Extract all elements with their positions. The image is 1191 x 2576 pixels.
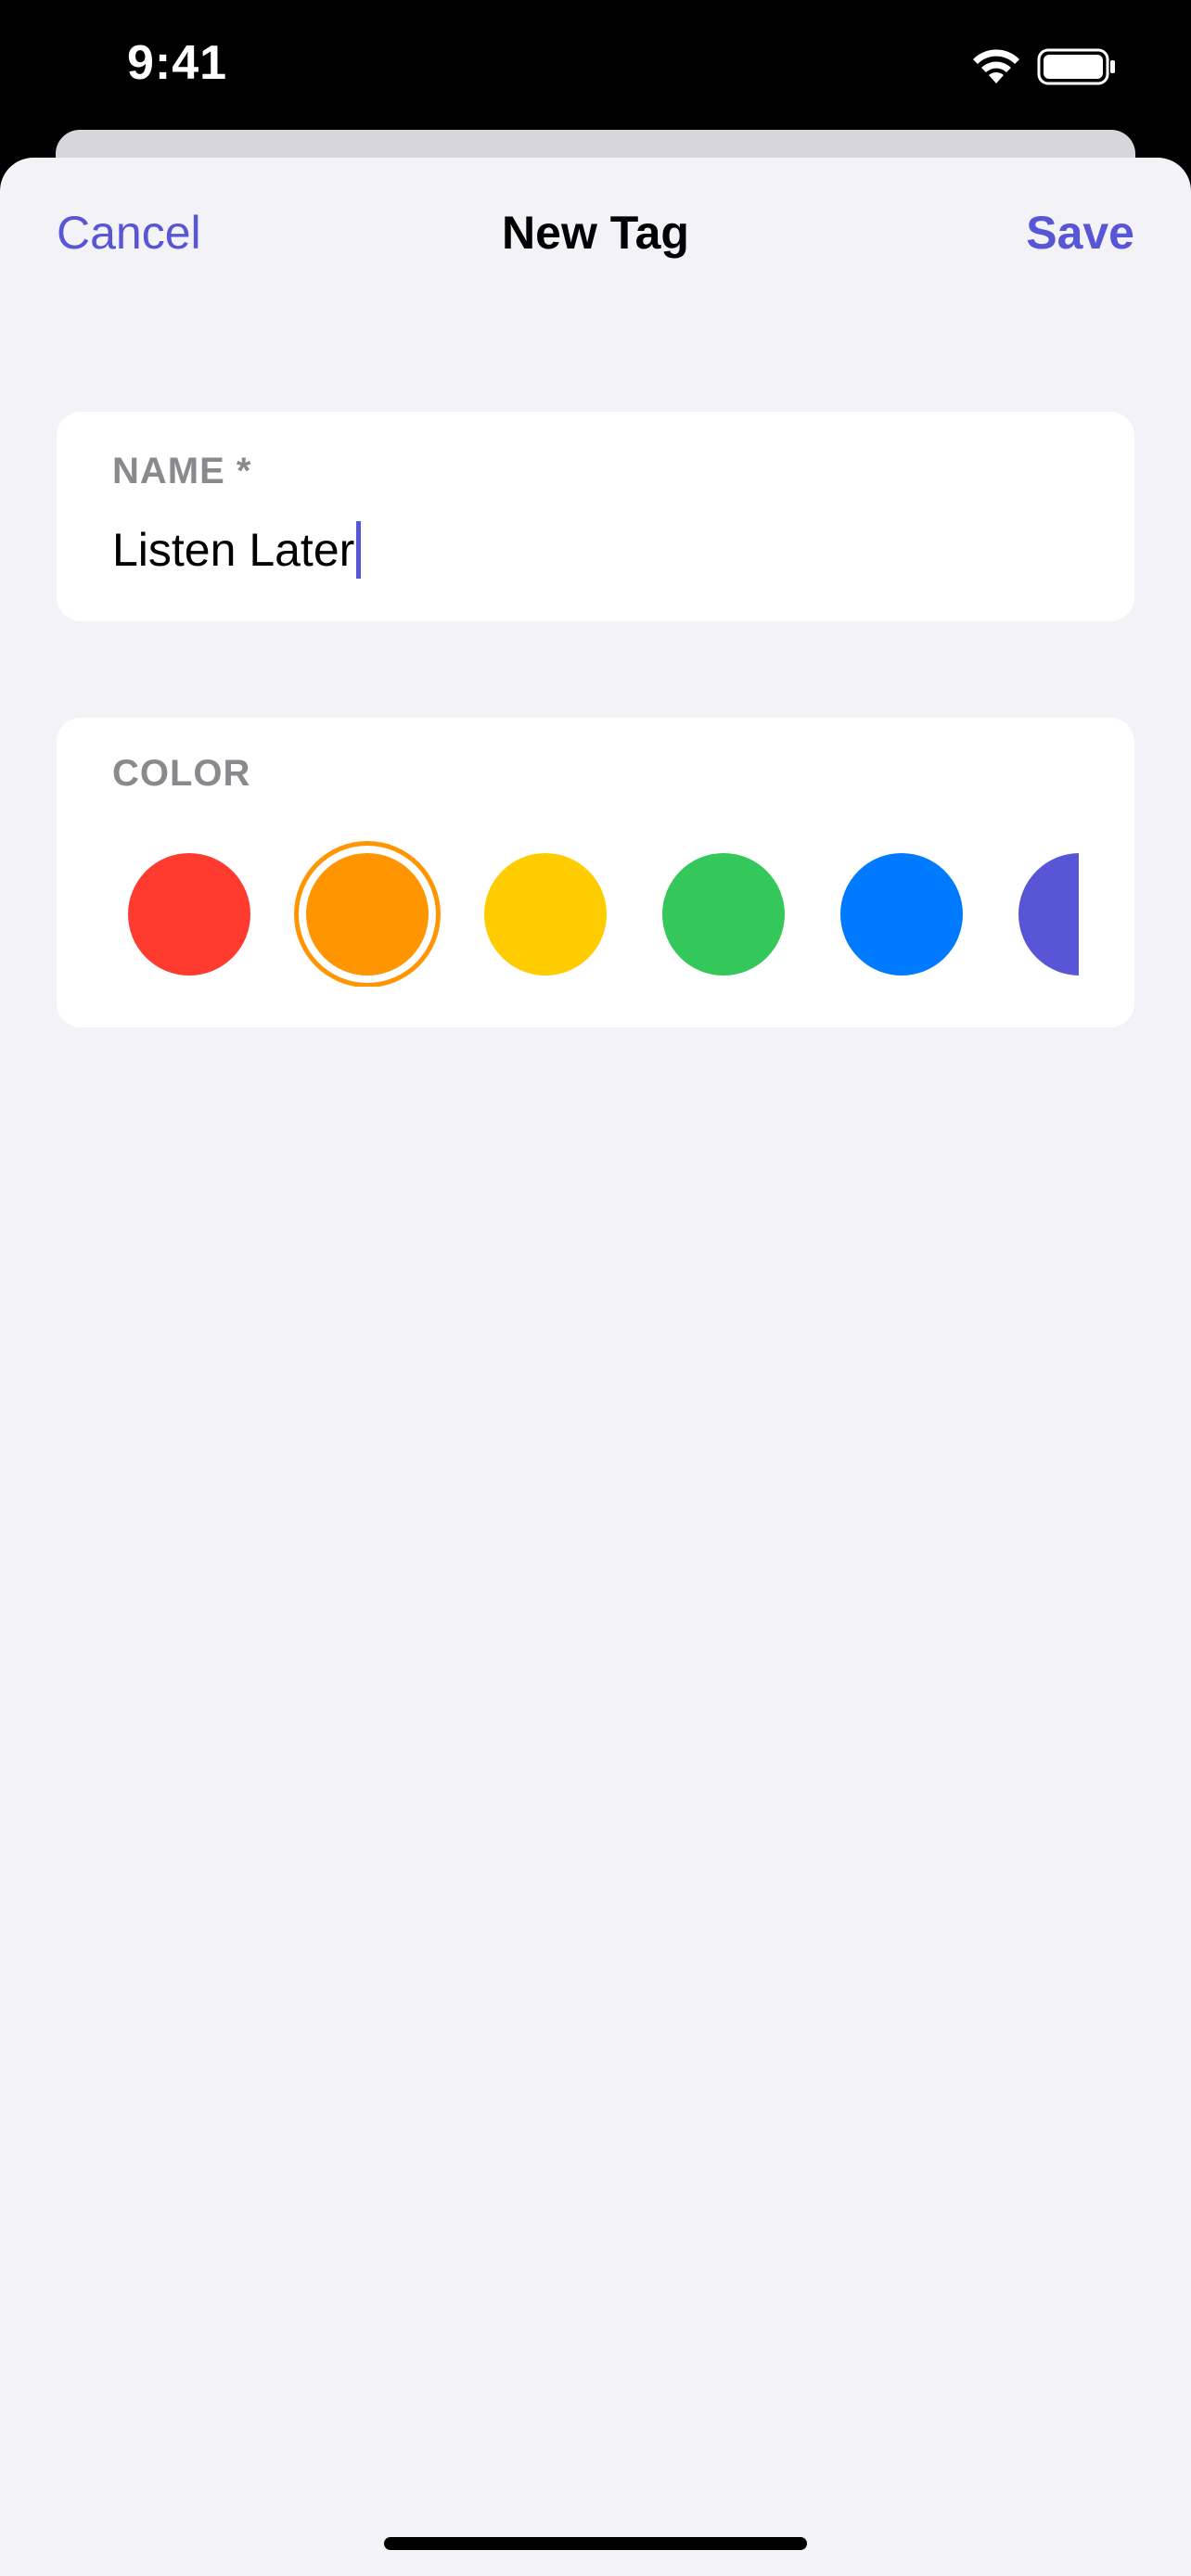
name-field[interactable]: Listen Later [112,521,362,579]
color-swatch-yellow[interactable] [484,853,607,976]
color-swatch-orange[interactable] [306,853,429,976]
color-swatch-indigo[interactable] [1018,853,1079,976]
color-swatch-blue[interactable] [840,853,963,976]
name-label: NAME * [112,451,252,491]
save-button[interactable]: Save [1026,206,1134,260]
battery-icon [1037,48,1115,85]
color-swatch-red[interactable] [128,853,250,976]
text-caret [356,521,362,579]
name-card: NAME * Listen Later [57,412,1134,621]
color-label: COLOR [112,753,251,794]
status-bar: 9:41 [0,0,1191,139]
name-field-value: Listen Later [112,524,355,576]
wifi-icon [973,49,1019,83]
status-time: 9:41 [127,36,228,90]
color-card: COLOR [57,718,1134,1027]
cancel-button[interactable]: Cancel [57,206,201,260]
color-swatch-row[interactable] [57,838,1079,987]
color-swatch-green[interactable] [662,853,785,976]
home-indicator [384,2537,807,2550]
new-tag-sheet: Cancel New Tag Save NAME * Listen Later … [0,158,1191,2576]
